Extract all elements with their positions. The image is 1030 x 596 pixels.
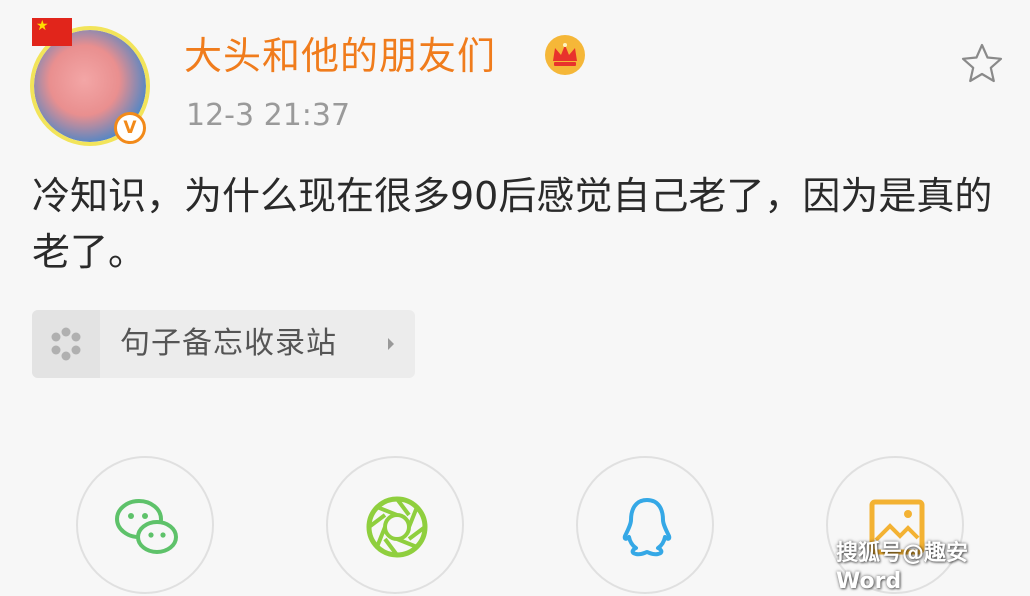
post-body-text: 冷知识，为什么现在很多90后感觉自己老了，因为是真的老了。 <box>32 174 993 274</box>
moments-icon <box>366 496 428 558</box>
post-timestamp: 12-3 21:37 <box>186 98 351 133</box>
watermark-text: 搜狐号@趣安Word <box>836 541 969 594</box>
qq-icon <box>622 498 672 557</box>
chevron-right-icon <box>388 338 394 350</box>
share-moments-button[interactable] <box>326 456 464 594</box>
topic-link[interactable]: 句子备忘收录站 <box>32 310 415 378</box>
wechat-icon <box>115 499 178 554</box>
user-avatar[interactable]: ★ V <box>30 16 154 146</box>
username[interactable]: 大头和他的朋友们 <box>184 30 496 82</box>
topic-icon-box <box>32 310 100 378</box>
topic-label: 句子备忘收录站 <box>120 326 337 361</box>
favorite-star-icon[interactable] <box>958 40 1006 88</box>
verified-badge-icon: V <box>114 112 146 144</box>
share-qq-button[interactable] <box>576 456 714 594</box>
china-flag-icon: ★ <box>32 18 72 46</box>
share-wechat-button[interactable] <box>76 456 214 594</box>
vip-crown-icon <box>545 35 585 75</box>
flag-star-icon: ★ <box>36 18 49 34</box>
loading-spinner-icon <box>51 327 81 361</box>
